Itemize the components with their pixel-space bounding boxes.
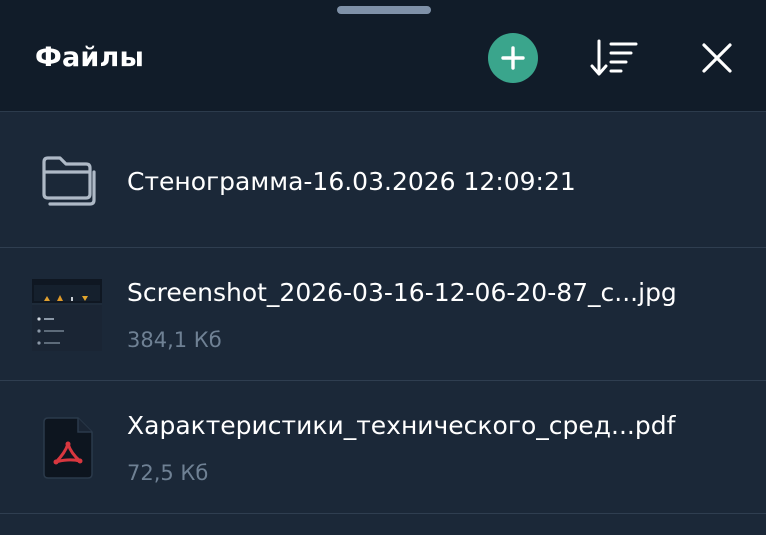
plus-icon [501, 46, 525, 70]
sort-icon [590, 39, 638, 76]
drag-handle[interactable] [337, 6, 431, 14]
list-item-image[interactable]: Screenshot_2026-03-16-12-06-20-87_c...jp… [0, 249, 766, 381]
file-name: Screenshot_2026-03-16-12-06-20-87_c...jp… [127, 278, 677, 307]
add-file-button[interactable] [488, 33, 538, 83]
file-size: 72,5 Кб [127, 461, 209, 485]
list-item-folder[interactable]: Стенограмма-16.03.2026 12:09:21 [0, 116, 766, 248]
pdf-icon [43, 417, 93, 479]
page-title: Файлы [35, 42, 145, 73]
image-thumbnail [32, 279, 102, 351]
sort-button[interactable] [586, 33, 642, 83]
files-header: Файлы [0, 0, 766, 112]
files-sheet: Файлы Стенограмма-16.03.2026 12:09:21 Sc… [0, 0, 766, 535]
close-icon [702, 43, 732, 73]
close-button[interactable] [692, 33, 742, 83]
file-name: Характеристики_технического_сред...pdf [127, 411, 676, 440]
file-name: Стенограмма-16.03.2026 12:09:21 [127, 167, 576, 196]
list-item-partial[interactable] [0, 515, 766, 535]
folder-icon [42, 156, 96, 206]
file-size: 384,1 Кб [127, 328, 222, 352]
list-item-pdf[interactable]: Характеристики_технического_сред...pdf 7… [0, 382, 766, 514]
